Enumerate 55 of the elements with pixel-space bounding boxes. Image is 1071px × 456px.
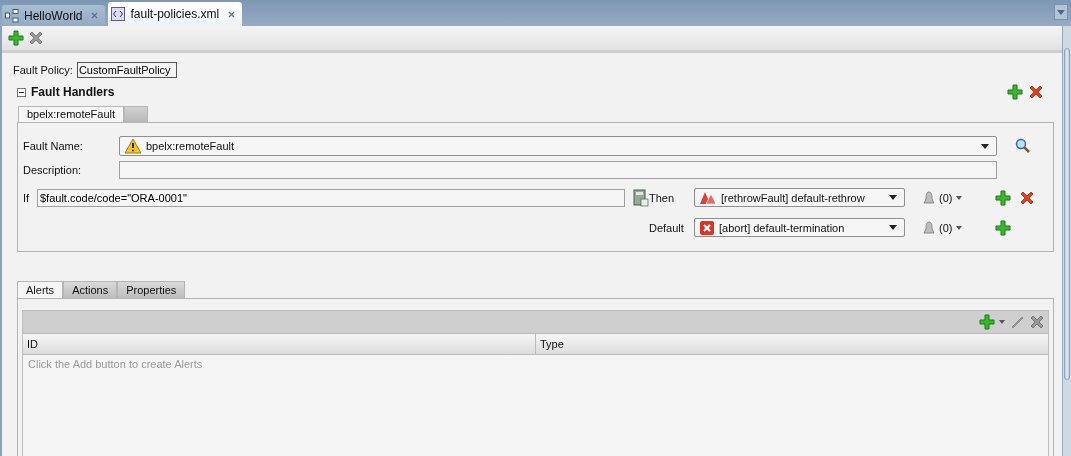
fault-name-dropdown[interactable]: bpelx:remoteFault bbox=[119, 136, 997, 156]
warning-icon bbox=[124, 138, 142, 154]
field-label: Then bbox=[649, 191, 676, 204]
section-title: Fault Handlers bbox=[31, 85, 115, 99]
collapse-icon[interactable] bbox=[17, 87, 26, 97]
delete-icon[interactable] bbox=[1029, 314, 1045, 330]
description-field[interactable] bbox=[119, 161, 997, 179]
delete-icon[interactable] bbox=[1019, 189, 1035, 206]
dropdown-caret-icon bbox=[981, 143, 989, 149]
bell-icon[interactable] bbox=[923, 190, 935, 205]
field-label: If bbox=[23, 191, 31, 204]
tab-list-icon[interactable] bbox=[1054, 4, 1068, 20]
column-header[interactable]: Type bbox=[536, 334, 1048, 354]
bell-icon[interactable] bbox=[923, 220, 935, 235]
alert-count-button[interactable]: (0) bbox=[939, 221, 953, 234]
add-icon[interactable] bbox=[995, 219, 1011, 236]
add-icon[interactable] bbox=[995, 189, 1011, 206]
field-label: Fault Policy: bbox=[13, 64, 73, 76]
close-icon[interactable] bbox=[91, 12, 99, 19]
editor-tab[interactable]: HelloWorld bbox=[2, 5, 106, 26]
xml-file-icon bbox=[111, 7, 126, 21]
field-label: Default bbox=[649, 221, 685, 234]
tab[interactable]: Alerts bbox=[17, 281, 64, 298]
dropdown-caret-icon[interactable] bbox=[956, 195, 963, 200]
editor-tab[interactable]: fault-policies.xml bbox=[108, 2, 243, 26]
empty-message: Click the Add button to create Alerts bbox=[27, 357, 204, 370]
edit-icon[interactable] bbox=[1009, 314, 1025, 330]
diagram-icon bbox=[5, 8, 19, 23]
tab[interactable]: Actions bbox=[63, 281, 118, 298]
column-header[interactable]: ID bbox=[23, 334, 536, 354]
dropdown-caret-icon[interactable] bbox=[999, 320, 1005, 324]
policy-name-field[interactable]: CustomFaultPolicy bbox=[76, 62, 177, 78]
tab[interactable]: Properties bbox=[117, 281, 186, 298]
search-icon[interactable] bbox=[1015, 138, 1031, 154]
add-icon[interactable] bbox=[979, 314, 995, 330]
scroll-thumb[interactable] bbox=[1064, 48, 1070, 380]
dropdown-caret-icon bbox=[889, 195, 897, 200]
handler-tab[interactable] bbox=[124, 106, 149, 122]
delete-icon[interactable] bbox=[1028, 84, 1044, 100]
delete-icon[interactable] bbox=[28, 30, 44, 46]
condition-field[interactable]: $fault.code/code="ORA-0001" bbox=[37, 188, 625, 207]
alert-count-button[interactable]: (0) bbox=[939, 191, 953, 204]
handler-tab[interactable]: bpelx:remoteFault bbox=[18, 106, 125, 122]
action-dropdown[interactable]: [abort] default-termination bbox=[694, 218, 905, 237]
field-label: Fault Name: bbox=[23, 140, 84, 152]
scrollbar[interactable] bbox=[1062, 26, 1071, 456]
dropdown-caret-icon[interactable] bbox=[956, 225, 963, 230]
add-icon[interactable] bbox=[8, 30, 24, 46]
action-dropdown[interactable]: [rethrowFault] default-rethrow bbox=[694, 188, 905, 207]
close-icon[interactable] bbox=[228, 10, 236, 18]
expression-builder-icon[interactable] bbox=[633, 188, 649, 207]
field-label: Description: bbox=[23, 164, 83, 176]
add-icon[interactable] bbox=[1007, 84, 1023, 100]
dropdown-caret-icon bbox=[889, 225, 897, 230]
stop-icon bbox=[699, 219, 715, 236]
